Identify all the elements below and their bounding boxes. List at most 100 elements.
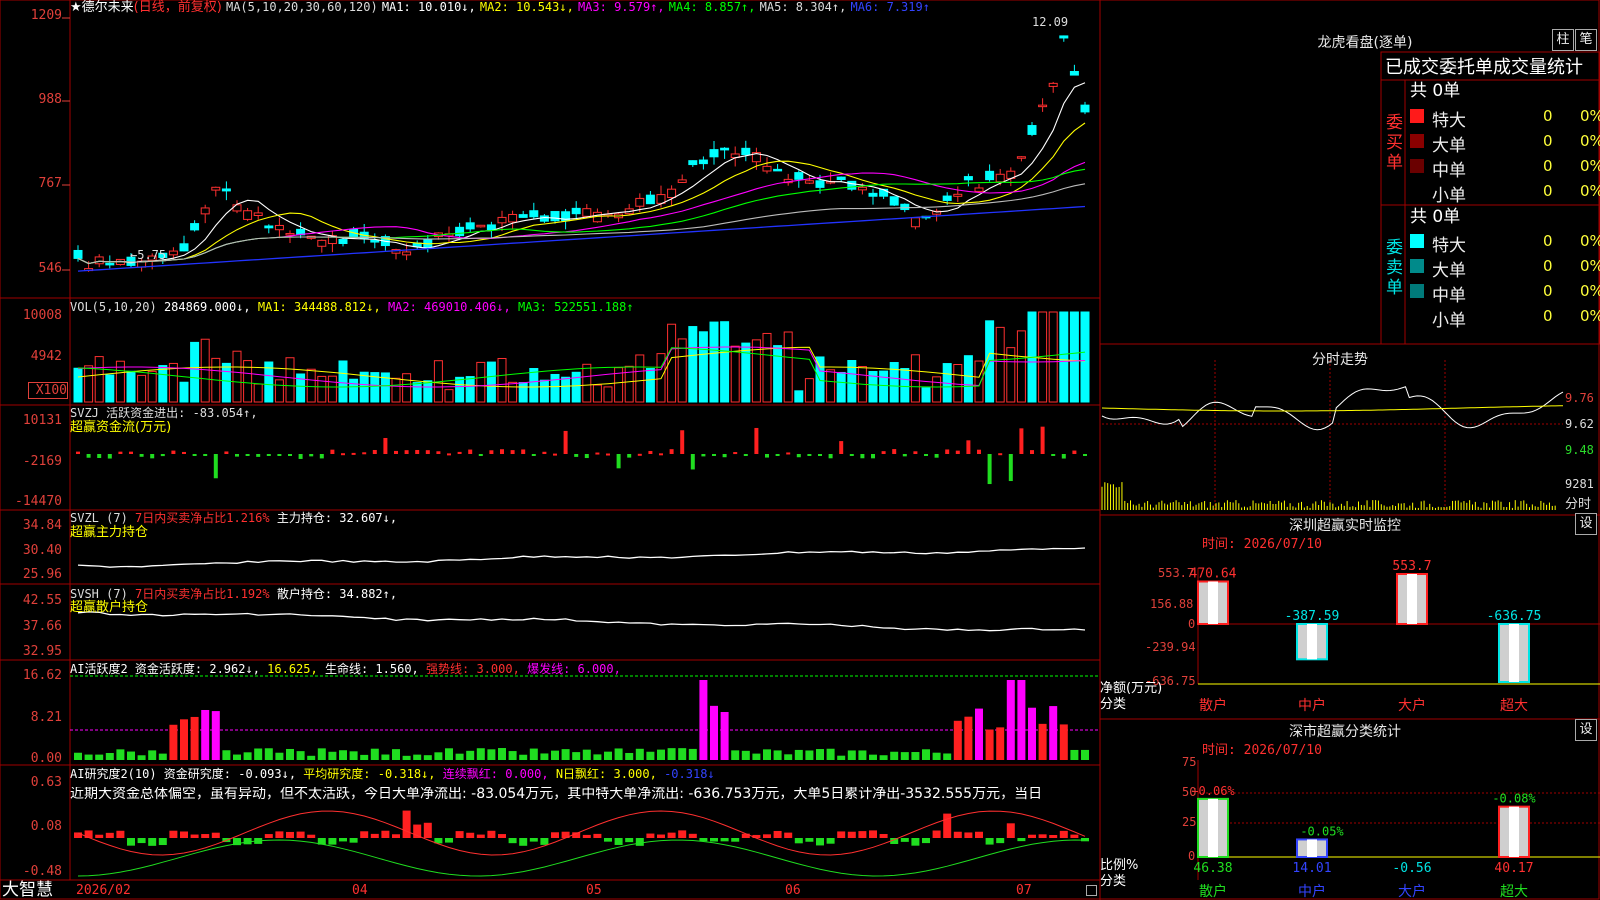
money-flow-bar <box>1051 454 1056 456</box>
volume-bar <box>105 374 115 403</box>
row-pct: 0% <box>1580 132 1600 150</box>
money-flow-bar <box>309 454 314 457</box>
volume-bar <box>1069 311 1079 403</box>
sz-monitor-settings-button[interactable]: 设 <box>1575 513 1597 535</box>
volume-bar <box>476 361 486 403</box>
average-research-line <box>77 839 1086 877</box>
money-flow-bar <box>171 450 176 454</box>
research-bar <box>328 838 337 845</box>
monitor-bar-label: -387.59 <box>1285 609 1340 624</box>
lock-icon[interactable] <box>1086 885 1097 896</box>
activity-bar <box>794 749 803 760</box>
volume-bar <box>974 360 984 403</box>
sz-stat-time: 时间: 2026/07/10 <box>1202 743 1322 758</box>
candle-body <box>995 173 1005 183</box>
stat-category-label: 大户 <box>1398 883 1426 900</box>
activity-bar <box>805 750 814 760</box>
money-flow-bar <box>733 452 738 455</box>
volume-bar <box>232 350 242 403</box>
candle-body <box>698 159 708 165</box>
money-flow-bar <box>818 454 822 456</box>
monitor-category-label: 散户 <box>1199 697 1227 714</box>
research-bar <box>625 838 634 843</box>
buy-total: 共 0单 <box>1410 81 1461 101</box>
candle-body <box>963 176 973 181</box>
activity-bar <box>625 752 634 760</box>
volume-bar <box>635 354 645 403</box>
activity-bar <box>1059 724 1068 760</box>
app-logo[interactable]: 大智慧 <box>2 880 53 900</box>
volume-bar <box>698 331 708 403</box>
money-flow-bar <box>563 430 568 454</box>
research-bar <box>105 832 114 838</box>
ai1-lifeline: 生命线: 1.560, <box>324 662 419 676</box>
money-flow-bar <box>86 454 91 458</box>
money-flow-bar <box>129 451 133 454</box>
ma-header: MA(5,10,20,30,60,120) <box>225 0 378 14</box>
ai2-title: AI研究度2(10) 资金研究度: -0.093↓, <box>70 767 297 781</box>
activity-bar <box>243 752 252 760</box>
money-flow-bar <box>1008 454 1013 482</box>
activity-bar <box>996 727 1005 760</box>
ma4-value: MA4: 8.857↑, <box>668 0 756 14</box>
buy-row: 中单 0 0% <box>1408 154 1600 181</box>
stat-bar-highlight <box>1509 806 1519 857</box>
candle-body <box>889 196 899 206</box>
bar-mode-button[interactable]: 柱 <box>1552 29 1574 51</box>
money-flow-bar <box>828 454 833 459</box>
date-axis-tick: 2026/02 <box>76 883 131 898</box>
research-bar <box>1006 823 1015 838</box>
ai1-header: AI活跃度2 资金活跃度: 2.962↓, 16.625, 生命线: 1.560… <box>70 662 621 677</box>
money-flow-bar <box>478 454 483 456</box>
sz-stat-axis-tick: 0 <box>1188 849 1196 863</box>
volume-bar <box>826 369 836 403</box>
activity-bar <box>392 749 400 760</box>
activity-bar <box>222 750 231 760</box>
candle-body <box>582 208 592 217</box>
money-flow-bar <box>489 450 494 454</box>
research-bar <box>180 831 188 838</box>
pen-mode-button[interactable]: 笔 <box>1575 29 1597 51</box>
activity-bar <box>943 753 952 760</box>
volume-bar <box>508 381 518 403</box>
money-flow-bar <box>977 449 981 454</box>
money-flow-bar <box>203 454 208 456</box>
money-flow-bar <box>680 430 685 454</box>
vol-unit-badge[interactable]: X100 <box>28 382 68 399</box>
candle-body <box>974 187 984 192</box>
candle-body <box>879 188 889 197</box>
volume-bar <box>444 389 454 403</box>
longhu-stat-tabs[interactable]: 已成交委托单成交量统计 <box>1385 57 1583 79</box>
activity-bar <box>339 750 347 760</box>
research-bar <box>635 838 644 846</box>
chart-canvas[interactable]: 470.64 散户 -387.59 中户 553.7 大户 -636.75 超大 +0.06% 4… <box>0 0 1600 900</box>
svzl-ratio: 7日内买卖净占比1.216% <box>135 511 270 525</box>
money-flow-bar <box>987 454 992 485</box>
research-bar <box>190 834 199 838</box>
period-label[interactable]: (日线，前复权) <box>134 0 222 15</box>
svsh-position: 散户持仓: 34.882↑, <box>276 587 398 601</box>
vol-axis-tick: 10008 <box>22 308 62 323</box>
volume-bar <box>274 379 284 403</box>
favorite-star-icon[interactable]: ★ <box>70 0 82 15</box>
activity-bar <box>540 753 549 760</box>
row-count: 0 <box>1543 307 1553 325</box>
price-axis-tick: 988 <box>38 92 62 107</box>
intraday-axis-tick: 9.62 <box>1565 417 1594 431</box>
research-bar <box>773 830 782 838</box>
activity-bar <box>466 750 475 760</box>
candle-body <box>815 180 825 188</box>
activity-bar <box>869 754 877 760</box>
money-flow-bar <box>235 454 239 457</box>
sz-stat-settings-button[interactable]: 设 <box>1575 719 1597 741</box>
research-bar <box>731 838 740 842</box>
monitor-bar-label: 553.7 <box>1392 559 1431 574</box>
activity-bar <box>720 711 729 760</box>
volume-bar <box>179 381 189 403</box>
volume-bar <box>391 377 401 403</box>
research-bar <box>137 838 146 844</box>
activity-bar <box>646 751 655 760</box>
activity-bar <box>985 729 994 760</box>
research-bar <box>932 830 941 838</box>
money-flow-bar <box>383 437 388 454</box>
